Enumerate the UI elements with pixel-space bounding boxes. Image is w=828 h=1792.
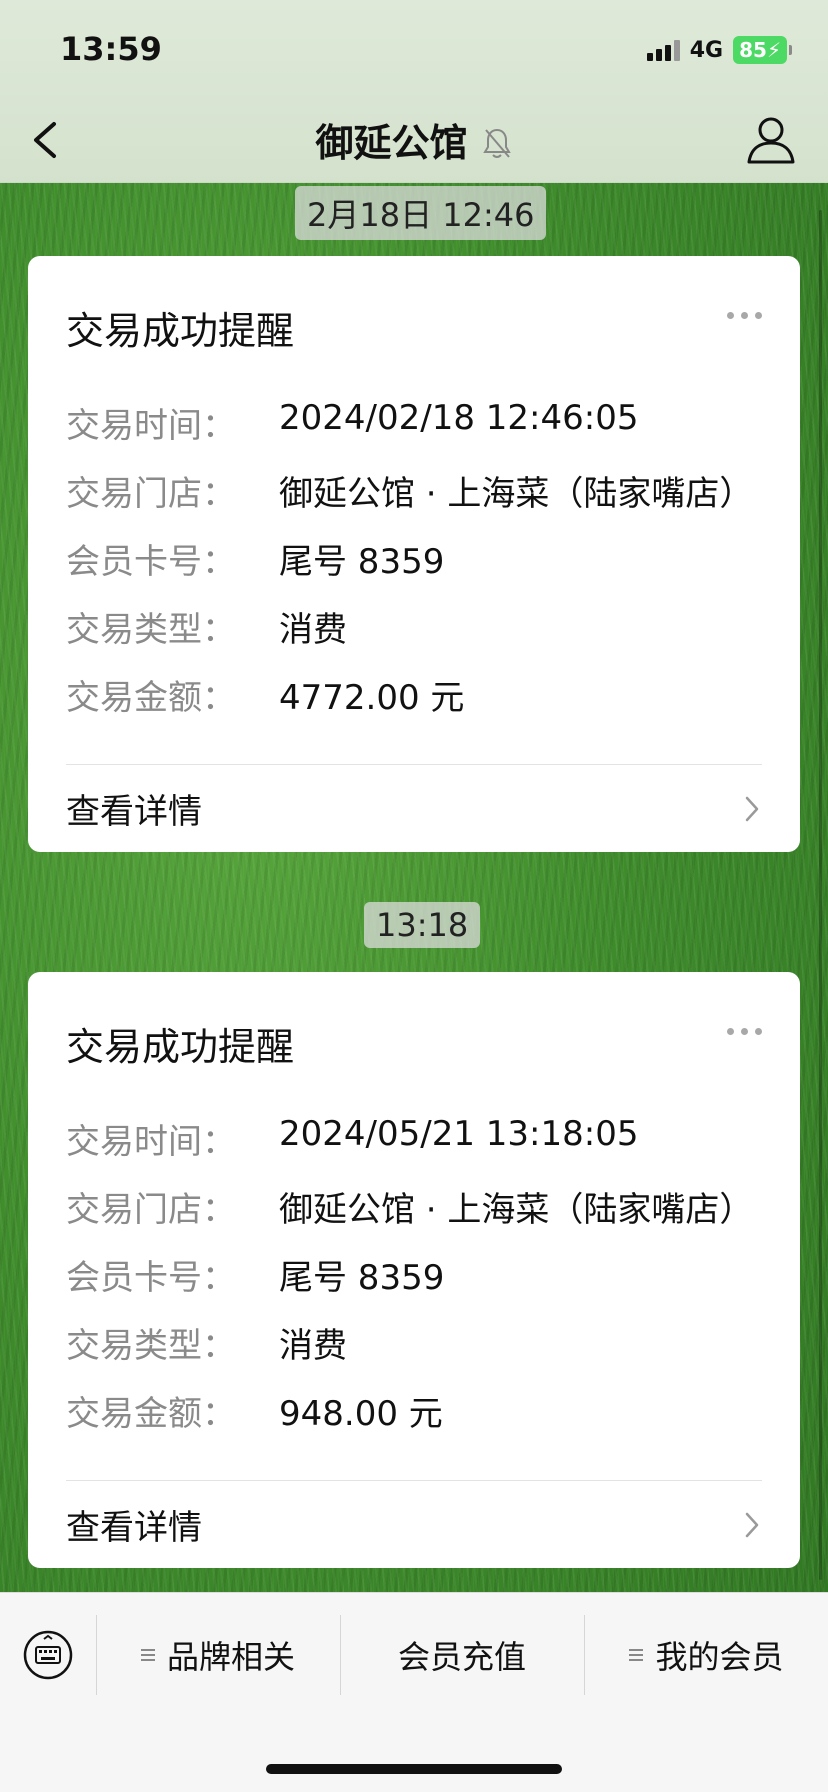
field-label: 交易门店： [66,1190,236,1230]
field-value: 2024/02/18 12:46:05 [279,398,639,438]
field-label: 交易金额： [66,1394,236,1434]
field-value: 948.00 元 [279,1394,443,1434]
field-row: 交易金额： 4772.00 元 [66,670,464,719]
keyboard-icon[interactable] [22,1629,74,1681]
field-row: 交易类型： 消费 [66,1318,347,1367]
menu-item-label: 会员充值 [397,1638,526,1676]
card-title: 交易成功提醒 [66,1025,295,1069]
chevron-right-icon [745,1512,759,1538]
status-time: 13:59 [60,30,162,68]
network-type: 4G [689,37,724,63]
profile-icon[interactable] [744,112,798,166]
chevron-right-icon [745,796,759,822]
field-label: 交易类型： [66,610,236,650]
more-icon[interactable] [727,1028,762,1035]
bottom-menu-bar: 品牌相关 会员充值 我的会员 [0,1592,828,1792]
field-label: 交易时间： [66,1122,236,1162]
menu-item-my-membership[interactable]: 我的会员 [585,1615,828,1695]
scrollbar[interactable] [819,210,822,1580]
transaction-card[interactable]: 交易成功提醒 交易时间： 2024/02/18 12:46:05 交易门店： 御… [28,256,800,852]
home-indicator[interactable] [266,1764,562,1774]
transaction-card[interactable]: 交易成功提醒 交易时间： 2024/05/21 13:18:05 交易门店： 御… [28,972,800,1568]
battery-level: 85⚡ [733,36,787,64]
field-value: 御延公馆 · 上海菜（陆家嘴店） [279,1190,754,1230]
field-row: 交易金额： 948.00 元 [66,1386,443,1435]
message-timestamp: 2月18日 12:46 [295,186,547,240]
field-row: 会员卡号： 尾号 8359 [66,1250,444,1299]
menu-item-recharge[interactable]: 会员充值 [341,1615,583,1695]
menu-item-label: 我的会员 [655,1638,784,1676]
view-details-link[interactable]: 查看详情 [66,1500,202,1549]
field-value: 2024/05/21 13:18:05 [279,1114,639,1154]
divider [66,764,762,765]
divider [66,1480,762,1481]
field-value: 尾号 8359 [279,1258,445,1298]
chat-title-bar: 御延公馆 [0,112,828,167]
menu-icon [629,1646,644,1664]
field-value: 尾号 8359 [279,542,445,582]
field-row: 会员卡号： 尾号 8359 [66,534,444,583]
field-row: 交易时间： 2024/05/21 13:18:05 [66,1114,638,1163]
battery-icon: 85⚡ [733,36,792,64]
field-row: 交易类型： 消费 [66,602,347,651]
card-title: 交易成功提醒 [66,309,295,353]
field-row: 交易门店： 御延公馆 · 上海菜（陆家嘴店） [66,1182,753,1231]
field-value: 御延公馆 · 上海菜（陆家嘴店） [279,474,754,514]
field-label: 会员卡号： [66,542,236,582]
menu-icon [140,1646,155,1664]
top-bar: 13:59 4G 85⚡ 御延公馆 [0,0,828,183]
menu-item-brand[interactable]: 品牌相关 [97,1615,339,1695]
status-indicators: 4G 85⚡ [646,36,792,64]
view-details-link[interactable]: 查看详情 [66,784,202,833]
message-timestamp: 13:18 [364,902,481,948]
field-label: 交易金额： [66,678,236,718]
field-row: 交易门店： 御延公馆 · 上海菜（陆家嘴店） [66,466,753,515]
field-label: 交易门店： [66,474,236,514]
more-icon[interactable] [727,312,762,319]
field-value: 4772.00 元 [279,678,465,718]
field-row: 交易时间： 2024/02/18 12:46:05 [66,398,638,447]
field-label: 交易类型： [66,1326,236,1366]
mute-bell-icon [482,128,511,158]
menu-item-label: 品牌相关 [166,1638,295,1676]
field-value: 消费 [279,1326,347,1366]
field-value: 消费 [279,610,347,650]
signal-icon [646,39,680,61]
chat-title: 御延公馆 [315,121,468,165]
field-label: 会员卡号： [66,1258,236,1298]
field-label: 交易时间： [66,406,236,446]
